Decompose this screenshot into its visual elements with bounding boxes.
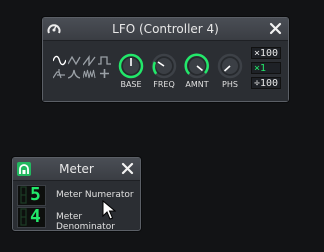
phase-knob[interactable] — [217, 53, 243, 79]
meter-window-title: Meter — [59, 162, 94, 176]
sine-wave-button[interactable] — [53, 55, 66, 66]
meter-denominator-value: 4 — [30, 206, 41, 227]
lfo-window-title: LFO (Controller 4) — [112, 22, 219, 36]
meter-denominator-lcd[interactable]: 4 — [17, 207, 46, 228]
saw-wave-button[interactable] — [83, 55, 96, 66]
base-knob-label: BASE — [120, 80, 142, 89]
meter-numerator-label: Meter Numerator — [56, 190, 134, 200]
multiplier-x1-button[interactable]: ×1 — [251, 62, 281, 74]
triangle-wave-button[interactable] — [68, 55, 81, 66]
meter-title-bar[interactable]: Meter — [13, 158, 140, 181]
meter-home-icon — [17, 162, 31, 176]
lfo-controls: BASE FREQ AMNT PHS ×100 ×1 ÷100 — [43, 41, 288, 101]
freq-knob[interactable] — [151, 53, 177, 79]
freq-knob-label: FREQ — [153, 80, 175, 89]
multiplier-x100-button[interactable]: ×100 — [251, 47, 281, 59]
meter-numerator-value: 5 — [30, 184, 41, 205]
exponential-wave-button[interactable] — [68, 68, 81, 79]
user-defined-wave-button[interactable] — [98, 68, 111, 79]
mouse-cursor-icon — [102, 200, 116, 220]
close-icon[interactable] — [119, 160, 136, 177]
lcd-ghost-digit — [20, 186, 27, 204]
meter-denominator-label: Meter Denominator — [56, 212, 115, 232]
moog-wave-button[interactable] — [53, 68, 66, 79]
meter-window: Meter 5 Meter Numerator 4 Meter Denomina… — [12, 157, 141, 232]
square-wave-button[interactable] — [98, 55, 111, 66]
amount-knob-label: AMNT — [185, 80, 209, 89]
base-knob[interactable] — [118, 53, 144, 79]
white-noise-button[interactable] — [83, 68, 96, 79]
lfo-controller-window: LFO (Controller 4) BASE FREQ AMNT PHS ×1… — [42, 17, 289, 102]
amount-knob[interactable] — [184, 53, 210, 79]
phase-knob-label: PHS — [222, 80, 238, 89]
lfo-controller-icon — [47, 24, 61, 34]
lcd-ghost-digit — [20, 208, 27, 226]
meter-numerator-lcd[interactable]: 5 — [17, 185, 46, 206]
lfo-title-bar[interactable]: LFO (Controller 4) — [43, 18, 288, 41]
meter-controls: 5 Meter Numerator 4 Meter Denominator — [13, 181, 140, 232]
divider-100-button[interactable]: ÷100 — [251, 77, 281, 89]
close-icon[interactable] — [267, 20, 284, 37]
